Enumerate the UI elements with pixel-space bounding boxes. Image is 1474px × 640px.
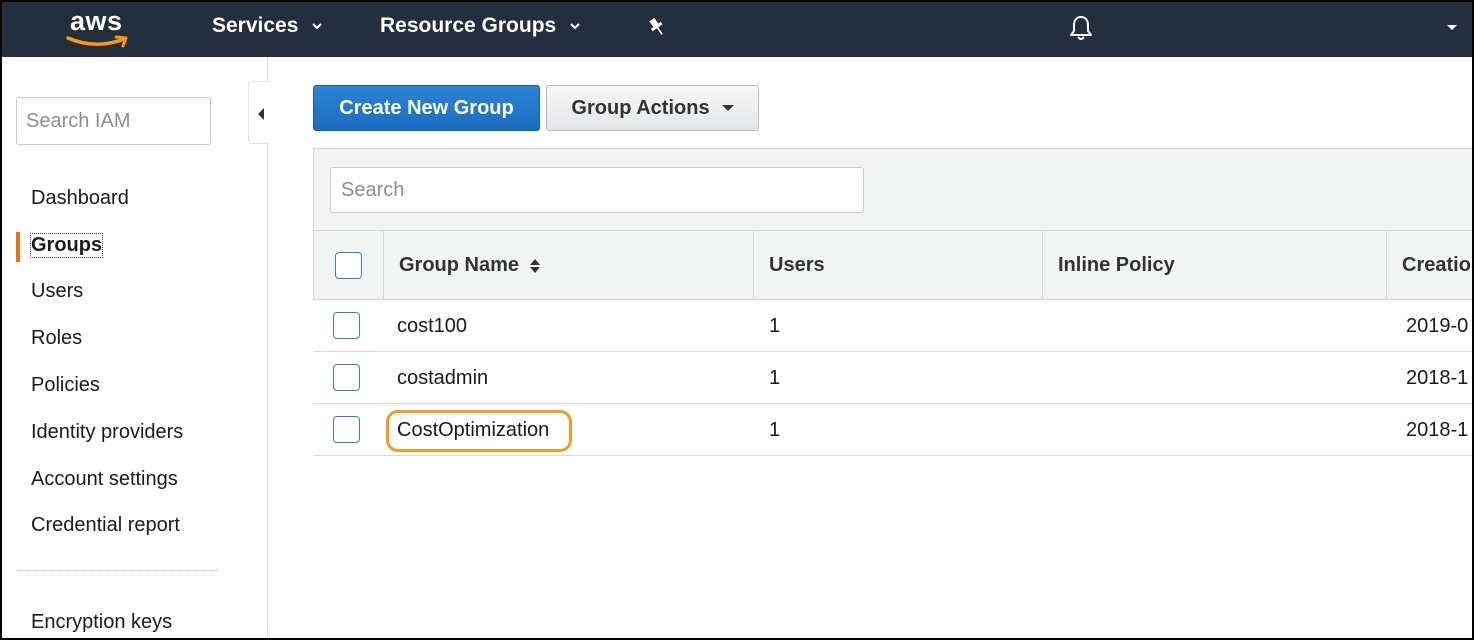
column-header-group-name[interactable]: Group Name [384,231,754,300]
column-header-label: Creatio [1402,254,1471,276]
aws-logo-text: aws [70,6,123,36]
aws-logo[interactable]: aws [66,6,136,50]
column-header-label: Inline Policy [1058,254,1175,276]
services-menu[interactable]: Services [212,14,323,38]
pin-icon[interactable] [646,16,668,38]
users-cell: 1 [769,314,781,337]
aws-smile-icon [66,35,128,48]
row-checkbox[interactable] [333,364,360,391]
sidebar-item-roles[interactable]: Roles [2,315,268,362]
sidebar-item-label: Roles [31,327,83,350]
row-checkbox[interactable] [333,312,360,339]
sidebar-item-label: Groups [29,232,104,258]
column-header-users[interactable]: Users [754,231,1043,300]
sidebar-divider [17,570,217,571]
table-search-input[interactable] [330,167,864,213]
group-name-cell[interactable]: cost100 [397,300,467,352]
sidebar-item-label: Credential report [31,514,180,537]
creation-time-cell: 2019-0 [1406,314,1469,337]
bell-icon[interactable] [1068,14,1094,42]
row-checkbox[interactable] [333,416,360,443]
column-header-label: Group Name [399,254,520,276]
sidebar-item-account-settings[interactable]: Account settings [2,456,268,503]
table-row[interactable]: costadmin 1 2018-1 [313,352,1474,404]
create-new-group-button[interactable]: Create New Group [313,85,540,131]
sidebar-item-identity-providers[interactable]: Identity providers [2,409,268,456]
column-header-creation-time[interactable]: Creatio [1387,231,1474,300]
select-all-cell [314,231,384,300]
table-header-row: Group Name Users Inline Policy Creatio [314,230,1474,300]
column-header-label: Users [769,254,825,276]
sidebar-item-label: Users [31,280,84,303]
resource-groups-label: Resource Groups [380,14,557,37]
sidebar-item-users[interactable]: Users [2,269,268,316]
creation-time-cell: 2018-1 [1406,418,1469,441]
groups-table-panel: Group Name Users Inline Policy Creatio [313,148,1474,300]
sort-icon [530,258,541,273]
services-label: Services [212,14,299,37]
sidebar-item-label: Account settings [31,467,178,490]
users-cell: 1 [769,418,781,441]
sidebar-item-credential-report[interactable]: Credential report [2,503,268,550]
sidebar-nav: Dashboard Groups Users Roles Policies Id… [2,175,268,549]
account-chevron-down-icon[interactable] [1446,24,1458,32]
users-cell: 1 [769,366,781,389]
collapse-sidebar-button[interactable] [248,81,270,144]
sidebar-item-label: Policies [31,374,100,397]
chevron-down-icon [312,23,323,30]
sidebar-item-label: Identity providers [31,420,184,443]
resource-groups-menu[interactable]: Resource Groups [380,14,580,38]
sidebar-item-groups[interactable]: Groups [2,222,268,269]
search-iam-input[interactable] [16,97,211,145]
column-header-inline-policy[interactable]: Inline Policy [1043,231,1387,300]
sidebar: Dashboard Groups Users Roles Policies Id… [2,57,270,638]
active-indicator [16,231,20,262]
chevron-down-icon [570,23,580,30]
group-actions-button[interactable]: Group Actions [546,85,759,131]
top-navigation-bar: aws Services Resource Groups [0,0,1474,57]
highlight-annotation [386,410,572,452]
sidebar-item-encryption-keys[interactable]: Encryption keys [31,611,172,634]
caret-left-icon [258,108,264,120]
sidebar-item-dashboard[interactable]: Dashboard [2,175,268,222]
group-actions-label: Group Actions [571,96,710,119]
select-all-checkbox[interactable] [335,252,362,279]
sidebar-item-label: Dashboard [31,186,129,209]
group-name-cell[interactable]: costadmin [397,352,488,404]
creation-time-cell: 2018-1 [1406,366,1469,389]
sidebar-item-policies[interactable]: Policies [2,362,268,409]
caret-down-icon [721,105,734,111]
table-row[interactable]: cost100 1 2019-0 [313,300,1474,352]
